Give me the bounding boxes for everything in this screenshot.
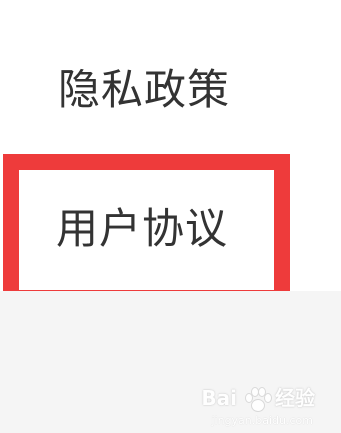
empty-area: Bai 经验 jingyan.baidu.com (0, 291, 341, 433)
watermark-text: 经验 (275, 386, 315, 410)
baidu-watermark: Bai 经验 (201, 383, 315, 413)
menu-item-user-agreement[interactable]: 用户协议 (0, 154, 341, 291)
settings-page: 隐私政策 用户协议 Bai 经验 jingyan.baidu.com (0, 0, 341, 433)
watermark-brand: Bai (201, 386, 237, 410)
menu-item-privacy-policy[interactable]: 隐私政策 (0, 38, 341, 138)
paw-icon (241, 383, 272, 413)
privacy-policy-label: 隐私政策 (58, 65, 231, 114)
user-agreement-label: 用户协议 (56, 204, 229, 253)
watermark-url: jingyan.baidu.com (211, 414, 313, 427)
